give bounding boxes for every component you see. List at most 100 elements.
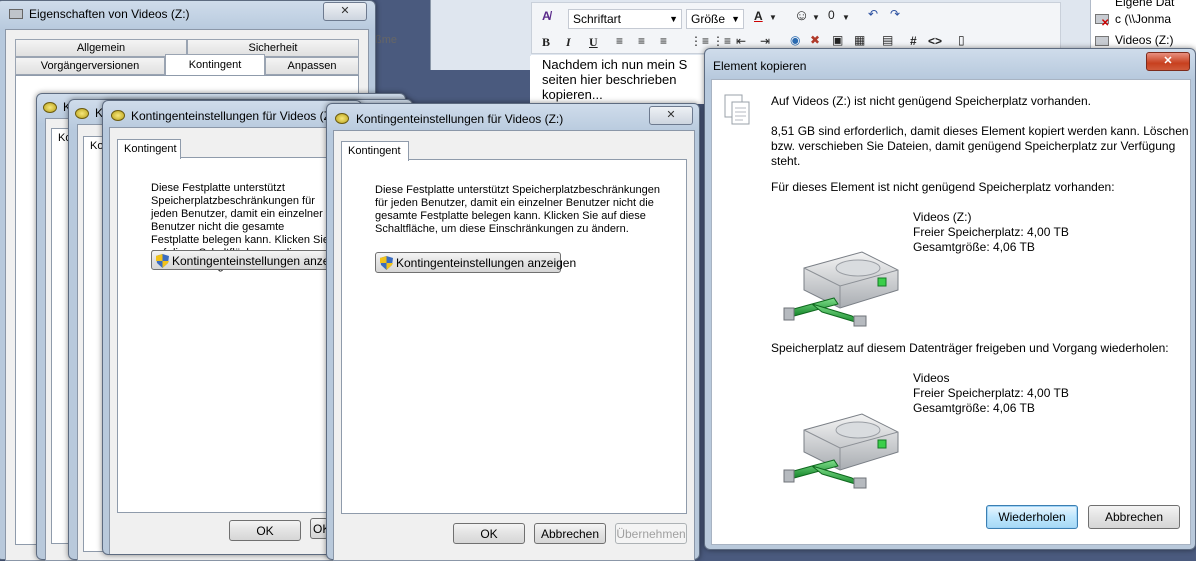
underline-icon[interactable]: U [589, 35, 598, 50]
cancel-button[interactable]: Abbrechen [534, 523, 606, 544]
message-line: bzw. verschieben Sie Dateien, damit genü… [771, 139, 1176, 153]
attachment-icon[interactable]: 0 [828, 8, 835, 22]
editor-text: Nachdem ich nun mein S seiten hier besch… [530, 56, 710, 104]
quota-icon [75, 108, 89, 119]
quota-dialog-middle: Kontingenteinstellungen für Videos (Z:) … [102, 100, 362, 555]
font-dropdown[interactable]: Schriftart ▼ [568, 9, 682, 29]
outdent-icon[interactable]: ⇤ [736, 34, 746, 48]
tab-anpassen[interactable]: Anpassen [265, 57, 359, 75]
copy-client: Auf Videos (Z:) ist nicht genügend Speic… [711, 79, 1191, 545]
section-heading: Für dieses Element ist nicht genügend Sp… [771, 180, 1115, 194]
ok-button[interactable]: OK [229, 520, 301, 541]
hash-icon[interactable]: # [910, 34, 917, 48]
chevron-down-icon: ▼ [669, 14, 678, 24]
italic-icon[interactable]: I [566, 35, 571, 50]
drive-name: Videos (Z:) [913, 210, 972, 224]
picture-icon[interactable]: ▦ [854, 33, 865, 47]
section-heading: Speicherplatz auf diesem Datenträger fre… [771, 341, 1169, 355]
tree-item[interactable]: Videos (Z:) [1115, 33, 1173, 47]
font-color-icon[interactable]: A [754, 9, 763, 23]
error-heading: Auf Videos (Z:) ist nicht genügend Speic… [771, 94, 1091, 108]
smiley-icon[interactable]: ☺ [794, 7, 809, 24]
quota-description: Diese Festplatte unterstützt Speicherpla… [375, 184, 675, 236]
drive-total-size: Gesamtgröße: 4,06 TB [913, 401, 1035, 415]
editor-text-line: Nachdem ich nun mein S [542, 57, 688, 72]
close-button[interactable]: ✕ [1146, 52, 1190, 71]
copy-dialog: Element kopieren ✕ Auf Videos (Z:) ist n… [704, 48, 1196, 550]
size-dropdown[interactable]: Größe ▼ [686, 9, 744, 29]
shield-icon [156, 254, 169, 268]
network-drive-icon[interactable] [782, 400, 902, 490]
tab-kontingent[interactable]: Kontingent [117, 139, 181, 159]
font-dropdown-value: Schriftart [573, 12, 622, 26]
show-quota-settings-button[interactable]: Kontingenteinstellungen anzeigen [151, 250, 352, 270]
show-quota-settings-button[interactable]: Kontingenteinstellungen anzeigen [375, 252, 576, 273]
page-icon[interactable]: ▯ [958, 33, 965, 47]
chevron-down-icon: ▼ [731, 14, 740, 24]
retry-button[interactable]: Wiederholen [986, 505, 1078, 529]
size-dropdown-value: Größe [691, 12, 726, 26]
close-button[interactable]: ✕ [323, 2, 367, 21]
background-fragment: ßme [375, 34, 397, 46]
table-icon[interactable]: ▤ [882, 33, 893, 47]
editor-toolbar: A̸ Schriftart ▼ Größe ▼ A ▼ ☺ ▼ 0 ▼ ↶ ↷ … [531, 2, 1061, 54]
tab-kontingent[interactable]: Kontingent [165, 54, 265, 76]
numbered-list-icon[interactable]: ⋮≡ [690, 34, 709, 48]
drive-icon [9, 9, 23, 19]
cancel-button[interactable]: Abbrechen [1088, 505, 1180, 529]
bold-icon[interactable]: B [542, 35, 550, 50]
chevron-down-icon[interactable]: ▼ [812, 13, 820, 22]
quota-description-line: Diese Festplatte unterstützt Speicherpla… [375, 184, 660, 196]
tree-item-label: Eigene Dat [1115, 0, 1175, 9]
message-line: 8,51 GB sind erforderlich, damit dieses … [771, 124, 1189, 138]
show-quota-settings-label: Kontingenteinstellungen anzeigen [396, 256, 577, 270]
quota-description-line: Schaltfläche, um diese Einschränkungen z… [375, 223, 629, 235]
disconnected-icon: ✕ [1101, 18, 1110, 29]
tree-item-label: c (\\Jonma [1115, 12, 1172, 26]
chevron-down-icon[interactable]: ▼ [842, 13, 850, 22]
tab-kontingent[interactable]: Kontingent [341, 141, 409, 161]
code-icon[interactable]: <> [928, 34, 942, 48]
quota-icon [43, 102, 57, 113]
quota-description-line: für jeden Benutzer, damit ein einzelner … [375, 197, 654, 209]
drive-name: Videos [913, 371, 950, 385]
document-icon [724, 94, 750, 125]
tab-vorgaengerversionen[interactable]: Vorgängerversionen [15, 57, 165, 75]
window-title: Eigenschaften von Videos (Z:) [29, 7, 190, 21]
unlink-icon[interactable]: ✖ [810, 33, 820, 47]
link-icon[interactable]: ◉ [790, 33, 800, 47]
tree-item[interactable]: c (\\Jonma [1115, 12, 1171, 26]
redo-icon[interactable]: ↷ [890, 7, 900, 21]
shield-icon [380, 256, 393, 270]
window-title: Kontingenteinstellungen für Videos (Z:) [131, 109, 339, 123]
ok-button[interactable]: OK [453, 523, 525, 544]
close-button[interactable]: ✕ [649, 106, 693, 125]
tab-allgemein[interactable]: Allgemein [15, 39, 187, 57]
network-drive-icon[interactable] [782, 238, 902, 328]
image-icon[interactable]: ▣ [832, 33, 843, 47]
editor-text-line: kopieren... [542, 87, 603, 102]
indent-icon[interactable]: ⇥ [760, 34, 770, 48]
network-drive-icon [1095, 36, 1109, 46]
chevron-down-icon[interactable]: ▼ [769, 13, 777, 22]
drive-free-space: Freier Speicherplatz: 4,00 TB [913, 386, 1069, 400]
tree-item-label: Videos (Z:) [1115, 33, 1174, 47]
undo-icon[interactable]: ↶ [868, 7, 878, 21]
message-line: steht. [771, 154, 801, 168]
quota-icon [111, 110, 125, 121]
quota-icon [335, 113, 349, 124]
drive-total-size: Gesamtgröße: 4,06 TB [913, 240, 1035, 254]
tree-item[interactable]: Eigene Dat [1115, 0, 1174, 9]
quota-description-line: gesamte Festplatte belegen kann. Klicken… [375, 210, 646, 222]
editor-text-line: seiten hier beschrieben [542, 72, 677, 87]
apply-button[interactable]: Übernehmen [615, 523, 687, 544]
align-left-icon[interactable]: ≡ [616, 34, 623, 48]
drive-free-space: Freier Speicherplatz: 4,00 TB [913, 225, 1069, 239]
window-title: Element kopieren [713, 59, 807, 73]
window-title: Kontingenteinstellungen für Videos (Z:) [356, 112, 564, 126]
align-center-icon[interactable]: ≡ [638, 34, 645, 48]
bullet-list-icon[interactable]: ⋮≡ [712, 34, 731, 48]
align-right-icon[interactable]: ≡ [660, 34, 667, 48]
format-icon[interactable]: A̸ [542, 9, 551, 23]
quota-dialog-front: Kontingenteinstellungen für Videos (Z:) … [326, 103, 700, 561]
